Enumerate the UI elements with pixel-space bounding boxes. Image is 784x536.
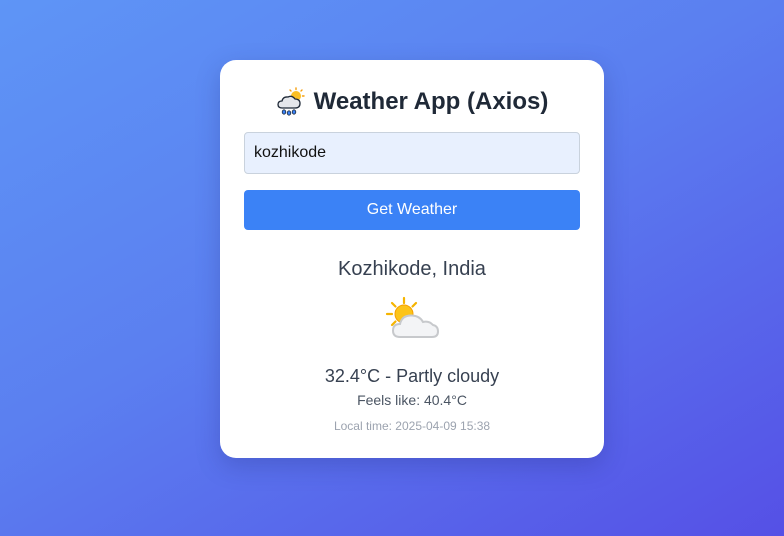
weather-card: Weather App (Axios) Get Weather Kozhikod… — [220, 60, 604, 458]
cloud-rain-sun-icon — [276, 87, 305, 116]
partly-cloudy-icon — [385, 296, 440, 338]
location-name: Kozhikode, India — [338, 258, 486, 280]
get-weather-button[interactable]: Get Weather — [244, 190, 580, 230]
app-header: Weather App (Axios) — [220, 86, 604, 118]
feels-like: Feels like: 40.4°C — [357, 392, 467, 408]
local-time: Local time: 2025-04-09 15:38 — [333, 419, 491, 433]
app-title: Weather App (Axios) — [313, 88, 549, 115]
temperature-condition: 32.4°C - Partly cloudy — [324, 366, 500, 386]
city-input[interactable] — [244, 132, 580, 174]
